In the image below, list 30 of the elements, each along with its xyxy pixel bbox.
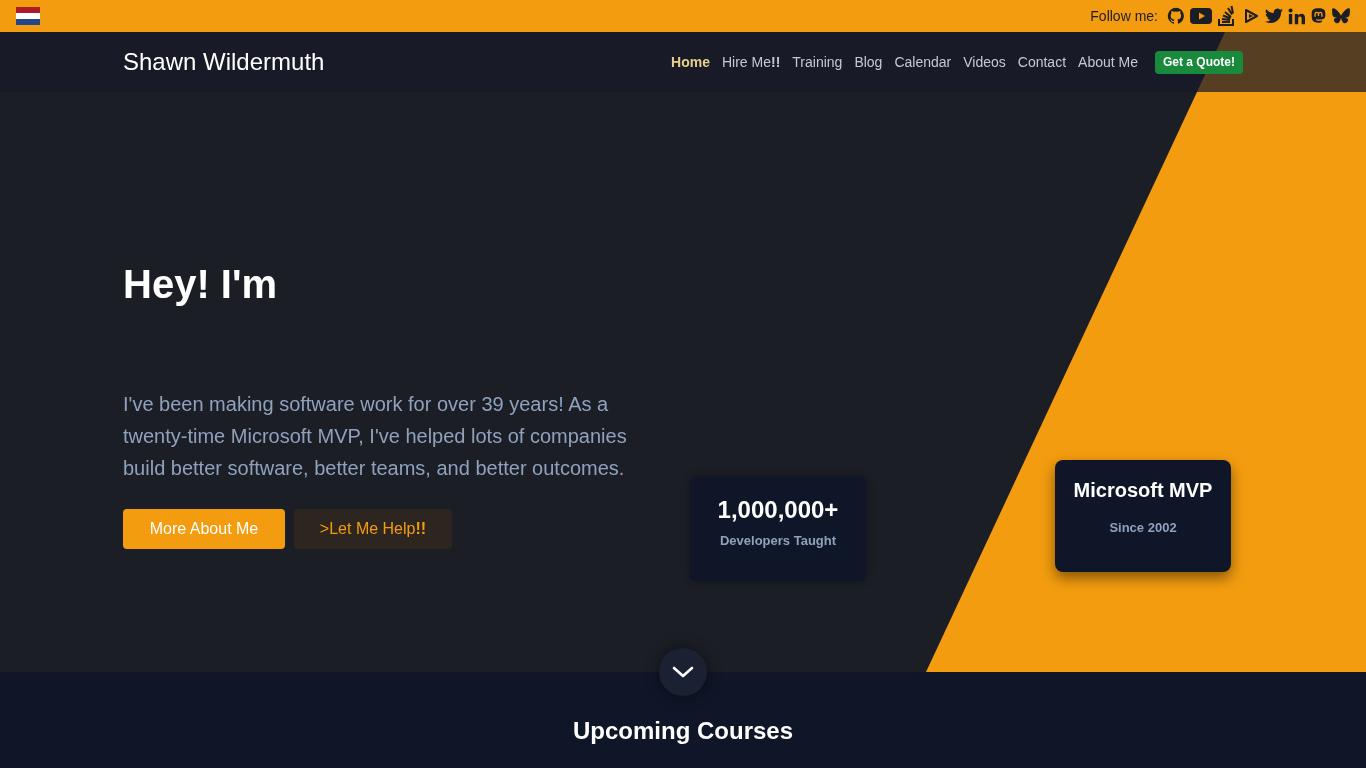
chevron-down-icon: [672, 666, 694, 678]
nav-link[interactable]: Calendar: [894, 51, 952, 73]
stat-label: Since 2002: [1109, 519, 1177, 537]
nav-link[interactable]: Blog: [854, 51, 883, 73]
nav-link[interactable]: Videos: [963, 51, 1006, 73]
youtube-icon[interactable]: [1190, 8, 1212, 24]
stat-value: Microsoft MVP: [1073, 478, 1213, 502]
stat-value: 1,000,000+: [717, 496, 839, 524]
github-icon[interactable]: [1167, 7, 1185, 25]
nav-link[interactable]: About Me: [1078, 51, 1138, 73]
site-brand[interactable]: Shawn Wildermuth: [123, 44, 325, 80]
stat-label: Developers Taught: [719, 532, 837, 550]
hero-heading: Hey! I'm: [123, 261, 278, 308]
butterfly-icon[interactable]: [1332, 8, 1350, 24]
follow-label: Follow me:: [1090, 6, 1158, 26]
nav-link[interactable]: Contact: [1017, 51, 1067, 73]
linkedin-icon[interactable]: [1288, 7, 1305, 25]
hero-paragraph: I've been making software work for over 39 years! As a twenty-time Microsoft MVP, I've helped lots of companies build better software, better teams, and better outcomes.: [123, 392, 628, 481]
netherlands-flag-icon[interactable]: [16, 7, 40, 25]
twitter-icon[interactable]: [1265, 8, 1283, 24]
scroll-down-button[interactable]: [659, 648, 707, 696]
nav-link[interactable]: Hire Me!!: [721, 51, 781, 73]
nav-link[interactable]: Training: [792, 51, 843, 73]
stack-icon[interactable]: [1217, 5, 1237, 27]
help-button[interactable]: >Let Me Help!!: [294, 509, 452, 549]
nav-link[interactable]: Home: [671, 51, 710, 73]
quote-button[interactable]: Get a Quote!: [1155, 50, 1243, 74]
mastodon-icon[interactable]: [1310, 7, 1327, 25]
play-icon[interactable]: [1242, 8, 1260, 24]
section-heading: Upcoming Courses: [573, 717, 793, 745]
